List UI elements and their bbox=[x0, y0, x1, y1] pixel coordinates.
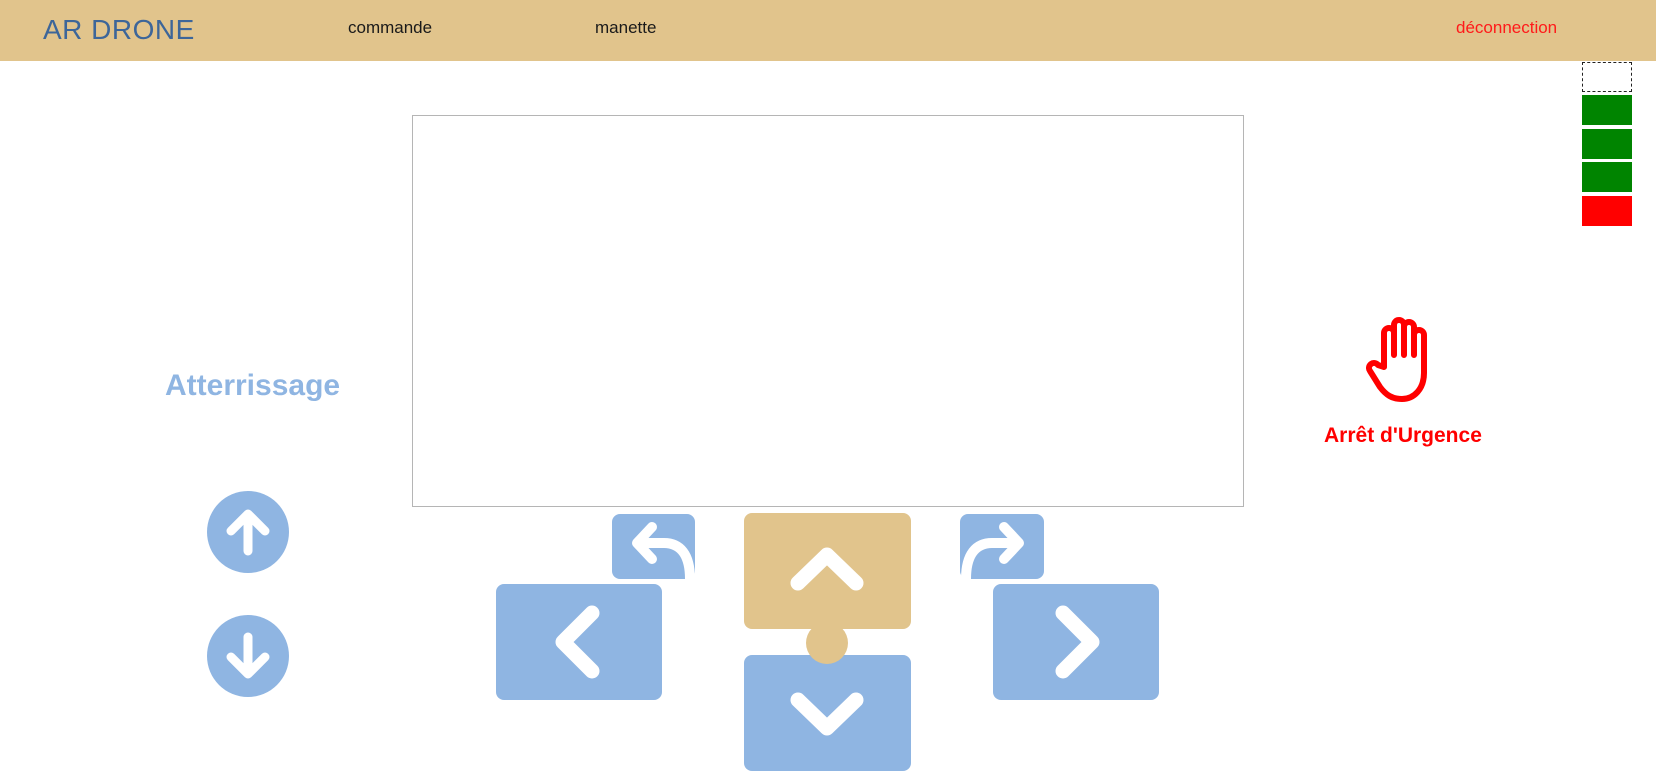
video-feed bbox=[412, 115, 1244, 507]
left-button[interactable] bbox=[496, 584, 662, 700]
logout-link[interactable]: déconnection bbox=[1456, 18, 1557, 38]
forward-button[interactable] bbox=[744, 513, 911, 629]
battery-segment-green bbox=[1582, 95, 1632, 125]
brand-title[interactable]: AR DRONE bbox=[43, 14, 195, 46]
landing-button[interactable]: Atterrissage bbox=[165, 369, 340, 403]
rotate-right-icon bbox=[961, 522, 1024, 579]
arrow-down-circle-icon bbox=[226, 632, 270, 679]
navbar: AR DRONE commande manette déconnection bbox=[0, 0, 1656, 61]
battery-segment-empty bbox=[1582, 62, 1632, 92]
rotate-left-icon bbox=[632, 522, 695, 579]
rotate-left-button[interactable] bbox=[612, 514, 695, 579]
chevron-up-icon bbox=[790, 547, 864, 591]
altitude-up-button[interactable] bbox=[207, 491, 289, 573]
nav-link-commande[interactable]: commande bbox=[348, 18, 432, 38]
nav-link-manette[interactable]: manette bbox=[595, 18, 656, 38]
altitude-down-button[interactable] bbox=[207, 615, 289, 697]
right-button[interactable] bbox=[993, 584, 1159, 700]
rotate-right-button[interactable] bbox=[960, 514, 1044, 579]
chevron-left-icon bbox=[555, 605, 600, 679]
battery-segment-green bbox=[1582, 162, 1632, 192]
chevron-down-icon bbox=[790, 692, 864, 736]
arrow-up-circle-icon bbox=[226, 509, 270, 556]
battery-segment-green bbox=[1582, 129, 1632, 159]
hover-center-button[interactable] bbox=[806, 622, 848, 664]
emergency-stop-label[interactable]: Arrêt d'Urgence bbox=[1324, 424, 1482, 448]
chevron-right-icon bbox=[1055, 605, 1100, 679]
battery-segment-red bbox=[1582, 196, 1632, 226]
hand-stop-icon[interactable] bbox=[1366, 315, 1444, 403]
backward-button[interactable] bbox=[744, 655, 911, 771]
